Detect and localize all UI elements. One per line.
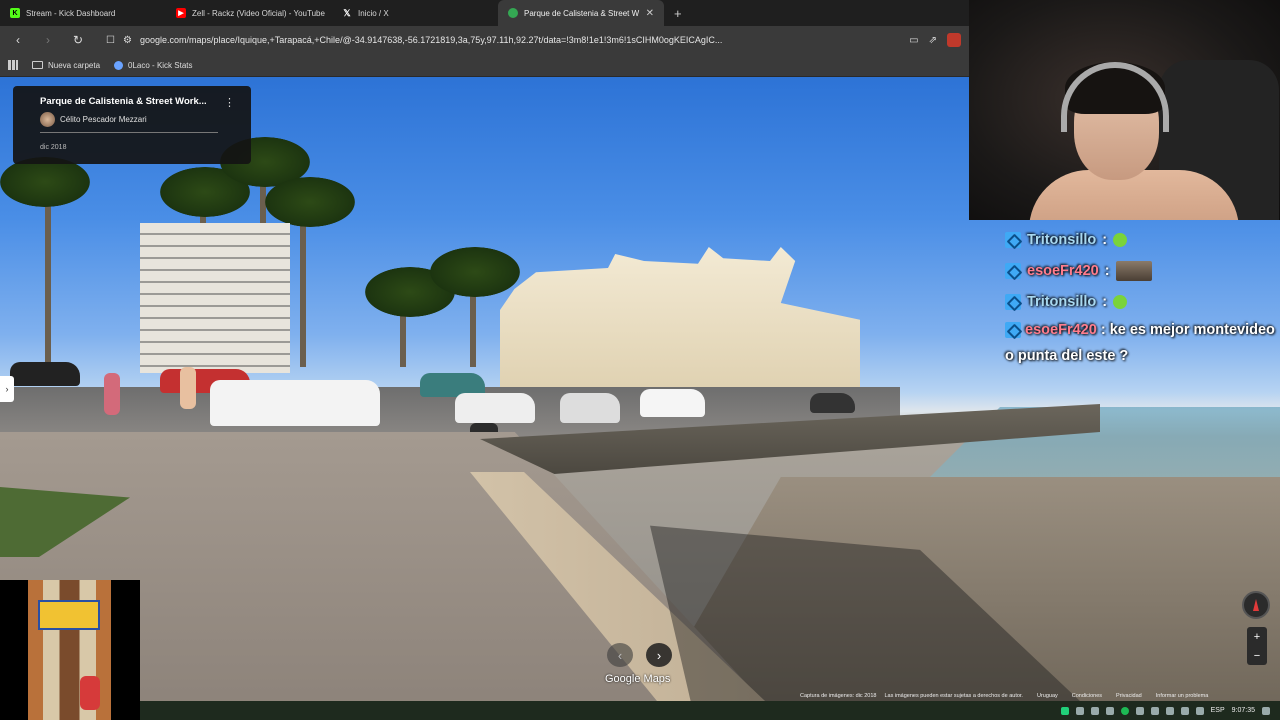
cast-icon[interactable]: ▭ xyxy=(909,35,918,46)
url-text[interactable]: google.com/maps/place/Iquique,+Tarapacá,… xyxy=(140,35,891,45)
share-icon[interactable]: ⇗ xyxy=(929,35,937,46)
spotify-icon[interactable] xyxy=(1120,706,1129,715)
bookmark-kick-stats[interactable]: 0Laco - Kick Stats xyxy=(114,60,193,70)
app-tray-icon[interactable] xyxy=(1060,706,1069,715)
close-tab-icon[interactable]: ✕ xyxy=(646,8,654,19)
kick-badge-icon xyxy=(1005,322,1021,339)
capture-info: Captura de imágenes: dic 2018 xyxy=(800,692,877,699)
chat-username: esoeFr420 xyxy=(1025,322,1097,338)
google-maps-logo: Google Maps xyxy=(605,673,671,685)
youtube-favicon-icon: ▶ xyxy=(176,8,186,18)
kick-badge-icon xyxy=(1005,262,1021,279)
chat-message: esoeFr420 : ke es mejor montevideo o pun… xyxy=(1005,317,1275,369)
reload-icon[interactable]: ↻ xyxy=(68,33,88,47)
kick-badge-icon xyxy=(1005,293,1021,310)
tab-kick-dashboard[interactable]: K Stream - Kick Dashboard xyxy=(0,0,166,26)
stream-chat: Tritonsillo : esoeFr420 : Tritonsillo : … xyxy=(1005,224,1275,369)
chat-message: Tritonsillo : xyxy=(1005,286,1275,317)
browser-toolbar: ‹ › ↻ ☐ ⚙ google.com/maps/place/Iquique,… xyxy=(0,26,969,54)
chat-separator: : xyxy=(1100,322,1106,338)
historic-building xyxy=(500,247,860,387)
chat-separator: : xyxy=(1102,231,1108,248)
maps-favicon-icon xyxy=(508,8,518,18)
zoom-in-button[interactable]: + xyxy=(1254,631,1260,643)
photo-author[interactable]: Célito Pescador Mezzari xyxy=(40,112,239,127)
place-info-card[interactable]: Parque de Calistenia & Street Work... ⋮ … xyxy=(13,86,251,164)
capture-date: dic 2018 xyxy=(40,144,67,151)
rights-info: Las imágenes pueden estar sujetas a dere… xyxy=(884,692,1023,699)
bookmark-label: Nueva carpeta xyxy=(48,60,101,70)
zoom-control: + − xyxy=(1247,627,1267,665)
folder-icon xyxy=(32,61,43,69)
address-bar[interactable]: ☐ ⚙ google.com/maps/place/Iquique,+Tarap… xyxy=(98,29,899,51)
notifications-icon[interactable] xyxy=(1262,706,1270,715)
maps-footer: Captura de imágenes: dic 2018 Las imágen… xyxy=(800,690,1280,701)
site-info-icon[interactable]: ⚙ xyxy=(123,35,132,46)
more-options-icon[interactable]: ⋮ xyxy=(224,96,235,109)
zoom-out-button[interactable]: − xyxy=(1254,650,1260,662)
app-tray-icon[interactable] xyxy=(1150,706,1159,715)
kick-icon xyxy=(114,60,124,70)
tab-youtube[interactable]: ▶ Zell - Rackz (Video Oficial) - YouTube xyxy=(166,0,332,26)
previous-view-button[interactable]: ‹ xyxy=(607,643,633,667)
extension-icon[interactable] xyxy=(947,33,961,47)
language-indicator[interactable]: ESP xyxy=(1211,707,1225,714)
bookmark-nueva-carpeta[interactable]: Nueva carpeta xyxy=(32,61,100,70)
x-favicon-icon: 𝕏 xyxy=(343,7,351,18)
gameplay-overlay xyxy=(0,580,140,720)
chat-message: Tritonsillo : xyxy=(1005,224,1275,255)
chat-separator: : xyxy=(1102,293,1108,310)
kick-favicon-icon: K xyxy=(10,8,20,18)
author-name[interactable]: Célito Pescador Mezzari xyxy=(60,115,147,124)
chat-separator: : xyxy=(1104,262,1110,279)
compass-icon[interactable] xyxy=(1242,591,1270,619)
green-emote-icon xyxy=(1113,232,1128,247)
apartment-building xyxy=(140,223,290,373)
kick-badge-icon xyxy=(1005,231,1021,248)
footer-link-report[interactable]: Informar un problema xyxy=(1156,693,1209,699)
discord-icon[interactable] xyxy=(1165,706,1174,715)
app-tray-icon[interactable] xyxy=(1075,706,1084,715)
divider xyxy=(40,132,218,133)
place-title[interactable]: Parque de Calistenia & Street Work... xyxy=(40,96,239,107)
new-tab-button[interactable]: + xyxy=(664,6,692,21)
volume-icon[interactable] xyxy=(1195,706,1204,715)
footer-link-privacy[interactable]: Privacidad xyxy=(1116,693,1142,699)
bookmark-label: 0Laco - Kick Stats xyxy=(128,60,193,70)
apps-grid-icon[interactable] xyxy=(8,60,18,70)
wifi-icon[interactable] xyxy=(1180,706,1189,715)
chat-username: Tritonsillo xyxy=(1027,293,1097,310)
tab-label: Zell - Rackz (Video Oficial) - YouTube xyxy=(192,8,325,18)
chat-username: Tritonsillo xyxy=(1027,231,1097,248)
tab-x[interactable]: 𝕏 Inicio / X xyxy=(332,0,498,26)
expand-panel-button[interactable]: › xyxy=(0,376,14,402)
green-emote-icon xyxy=(1113,294,1128,309)
avatar xyxy=(40,112,55,127)
tab-strip: K Stream - Kick Dashboard ▶ Zell - Rackz… xyxy=(0,0,969,26)
system-taskbar: ESP 9:07:35 xyxy=(0,701,1280,720)
image-emote-icon xyxy=(1115,260,1152,281)
bookmarks-bar: Nueva carpeta 0Laco - Kick Stats xyxy=(0,54,969,77)
forward-arrow-icon[interactable]: › xyxy=(38,33,58,47)
webcam-overlay xyxy=(969,0,1280,220)
tab-label: Parque de Calistenia & Street W xyxy=(524,8,640,18)
app-tray-icon[interactable] xyxy=(1105,706,1114,715)
clock[interactable]: 9:07:35 xyxy=(1232,707,1255,714)
app-tray-icon[interactable] xyxy=(1090,706,1099,715)
footer-link-terms[interactable]: Condiciones xyxy=(1072,693,1102,699)
next-view-button[interactable]: › xyxy=(646,643,672,667)
tab-google-maps[interactable]: Parque de Calistenia & Street W ✕ xyxy=(498,0,664,26)
app-tray-icon[interactable] xyxy=(1135,706,1144,715)
tab-label: Stream - Kick Dashboard xyxy=(26,8,116,18)
footer-link-uruguay[interactable]: Uruguay xyxy=(1037,693,1058,699)
bookmark-icon[interactable]: ☐ xyxy=(106,35,115,46)
back-arrow-icon[interactable]: ‹ xyxy=(8,33,28,47)
tab-label: Inicio / X xyxy=(358,8,389,18)
chat-message: esoeFr420 : xyxy=(1005,255,1275,286)
chat-username: esoeFr420 xyxy=(1027,262,1099,279)
